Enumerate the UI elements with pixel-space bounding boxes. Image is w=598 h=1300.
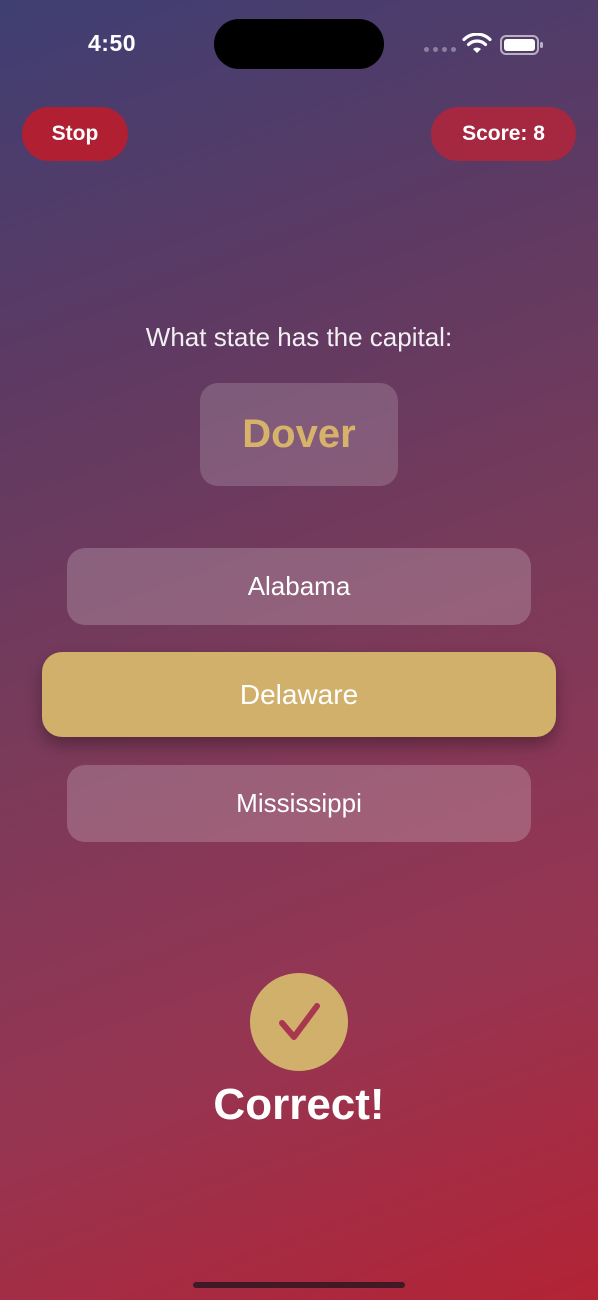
answer-option-alabama[interactable]: Alabama xyxy=(67,548,531,625)
checkmark-icon xyxy=(279,1003,320,1040)
result-badge xyxy=(250,973,348,1071)
battery-icon xyxy=(500,35,543,55)
status-time: 4:50 xyxy=(88,30,137,56)
wifi-icon xyxy=(462,33,492,53)
answer-option-delaware[interactable]: Delaware xyxy=(42,652,556,737)
stop-button[interactable]: Stop xyxy=(22,107,128,161)
answer-option-mississippi[interactable]: Mississippi xyxy=(67,765,531,842)
dynamic-island xyxy=(214,19,384,69)
result-text: Correct! xyxy=(213,1080,385,1129)
score-badge: Score: 8 xyxy=(431,107,576,161)
question-prompt: What state has the capital: xyxy=(145,322,453,352)
quiz-screen: 4:50 Stop Score: 8 What state has the ca… xyxy=(0,0,598,1300)
capital-card: Dover xyxy=(200,383,398,486)
capital-name: Dover xyxy=(242,412,356,456)
home-indicator[interactable] xyxy=(193,1282,405,1288)
cellular-signal-icon xyxy=(424,47,456,52)
